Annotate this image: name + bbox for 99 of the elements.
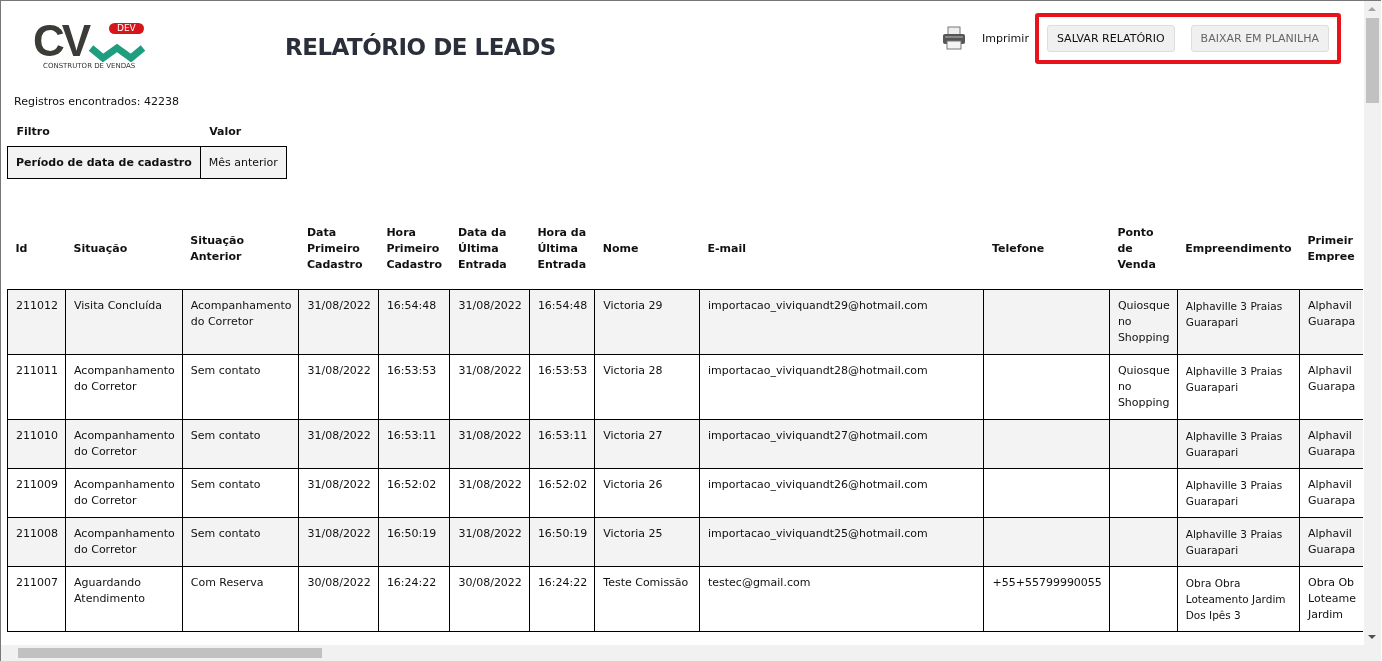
table-cell: Victoria 29: [603, 299, 663, 312]
table-cell: 211010: [16, 429, 58, 442]
scrollbar-thumb[interactable]: [18, 648, 322, 658]
table-cell: Sem contato: [190, 478, 261, 491]
table-cell: 31/08/2022: [307, 299, 371, 312]
table-cell: 211008: [16, 527, 58, 540]
table-cell: 31/08/2022: [307, 429, 371, 442]
table-cell: Acompanhamento do Corretor: [74, 364, 175, 393]
table-cell: Alphaville 3 Praias Guarapari: [1185, 479, 1283, 507]
logo-mark: CV: [33, 18, 89, 64]
table-cell: Acompanhamento do Corretor: [74, 478, 175, 507]
table-cell: Quiosque no Shopping: [1117, 364, 1170, 409]
table-cell: 16:53:11: [386, 429, 437, 442]
vertical-scrollbar[interactable]: [1364, 1, 1381, 645]
column-header: Data Primeiro Cadastro: [298, 209, 379, 290]
table-cell: Victoria 25: [603, 527, 663, 540]
table-cell: +55+55799990055: [992, 576, 1102, 589]
printer-icon[interactable]: [942, 26, 967, 50]
scroll-down-icon[interactable]: [1368, 635, 1376, 639]
filter-value: Mês anterior: [200, 146, 287, 179]
table-cell: 31/08/2022: [458, 299, 522, 312]
table-cell: Alphaville 3 Praias Guarapari: [1185, 528, 1283, 556]
column-header: Empreendimento: [1177, 209, 1300, 290]
save-report-button[interactable]: SALVAR RELATÓRIO: [1046, 24, 1175, 52]
table-cell: Sem contato: [190, 364, 261, 377]
email-cell: importacao_viviquandt27@hotmail.com: [707, 429, 928, 442]
column-header: Valor: [200, 125, 287, 147]
column-header: Situação: [65, 209, 183, 290]
table-cell: Teste Comissão: [603, 576, 689, 589]
table-cell: Visita Concluída: [74, 299, 162, 312]
table-cell: Alphavil Guarapa: [1308, 478, 1356, 507]
table-cell: 16:24:22: [537, 576, 588, 589]
table-cell: Sem contato: [190, 429, 261, 442]
table-cell: 211007: [16, 576, 58, 589]
table-cell: Alphavil Guarapa: [1308, 527, 1356, 556]
table-cell: Alphaville 3 Praias Guarapari: [1185, 365, 1283, 393]
email-cell: testec@gmail.com: [707, 576, 811, 589]
table-cell: 211009: [16, 478, 58, 491]
table-cell: Alphavil Guarapa: [1308, 364, 1356, 393]
logo-badge: DEV: [109, 23, 144, 34]
table-cell: Aguardando Atendimento: [74, 576, 145, 605]
table-cell: 16:53:11: [537, 429, 588, 442]
table-cell: 16:53:53: [537, 364, 588, 377]
horizontal-scrollbar[interactable]: [1, 645, 1381, 661]
table-cell: 31/08/2022: [307, 364, 371, 377]
column-header: Data da Última Entrada: [449, 209, 530, 290]
table-cell: 16:53:53: [386, 364, 437, 377]
table-cell: Alphavil Guarapa: [1308, 299, 1356, 328]
table-cell: Alphaville 3 Praias Guarapari: [1185, 300, 1283, 328]
column-header: Nome: [594, 209, 700, 290]
table-cell: 16:50:19: [386, 527, 437, 540]
filter-name: Período de data de cadastro: [7, 146, 201, 179]
table-cell: Victoria 26: [603, 478, 663, 491]
column-header: E-mail: [699, 209, 984, 290]
table-cell: 31/08/2022: [307, 478, 371, 491]
table-cell: Alphavil Guarapa: [1308, 429, 1356, 458]
table-cell: 16:52:02: [386, 478, 437, 491]
scrollbar-thumb[interactable]: [1366, 18, 1379, 103]
column-header: Situação Anterior: [182, 209, 299, 290]
column-header: Telefone: [983, 209, 1110, 290]
table-cell: Victoria 28: [603, 364, 663, 377]
column-header: Hora da Última Entrada: [529, 209, 595, 290]
table-cell: Obra Ob Loteame Jardim: [1308, 576, 1356, 621]
table-cell: 16:52:02: [537, 478, 588, 491]
email-cell: importacao_viviquandt25@hotmail.com: [707, 527, 928, 540]
table-cell: Sem contato: [190, 527, 261, 540]
column-header: Hora Primeiro Cadastro: [378, 209, 450, 290]
table-cell: 211011: [16, 364, 58, 377]
scroll-up-icon[interactable]: [1368, 7, 1376, 11]
column-header: Primeir Empree: [1299, 209, 1363, 290]
table-cell: 31/08/2022: [458, 478, 522, 491]
column-header: Ponto de Venda: [1109, 209, 1178, 290]
table-cell: Acompanhamento do Corretor: [74, 527, 175, 556]
table-cell: 31/08/2022: [307, 527, 371, 540]
table-cell: 16:54:48: [537, 299, 588, 312]
table-cell: 16:24:22: [386, 576, 437, 589]
table-cell: 16:54:48: [386, 299, 437, 312]
table-cell: 31/08/2022: [458, 429, 522, 442]
table-cell: Acompanhamento do Corretor: [190, 299, 292, 328]
table-cell: Obra Obra Loteamento Jardim Dos Ipês 3: [1185, 577, 1286, 621]
email-cell: importacao_viviquandt26@hotmail.com: [707, 478, 928, 491]
table-cell: 16:50:19: [537, 527, 588, 540]
table-cell: Victoria 27: [603, 429, 663, 442]
column-header: Id: [7, 209, 66, 290]
print-link[interactable]: Imprimir: [982, 31, 1029, 45]
table-cell: Acompanhamento do Corretor: [74, 429, 175, 458]
table-cell: 31/08/2022: [458, 527, 522, 540]
table-cell: Com Reserva: [190, 576, 264, 589]
column-header: Filtro: [7, 125, 201, 147]
table-cell: 30/08/2022: [458, 576, 522, 589]
page-title: RELATÓRIO DE LEADS: [285, 34, 556, 60]
table-cell: 211012: [16, 299, 58, 312]
table-cell: Quiosque no Shopping: [1117, 299, 1170, 344]
table-cell: 31/08/2022: [458, 364, 522, 377]
email-cell: importacao_viviquandt28@hotmail.com: [707, 364, 928, 377]
records-count: Registros encontrados: 42238: [13, 94, 180, 110]
email-cell: importacao_viviquandt29@hotmail.com: [707, 299, 928, 312]
table-cell: Alphaville 3 Praias Guarapari: [1185, 430, 1283, 458]
table-cell: 30/08/2022: [307, 576, 371, 589]
